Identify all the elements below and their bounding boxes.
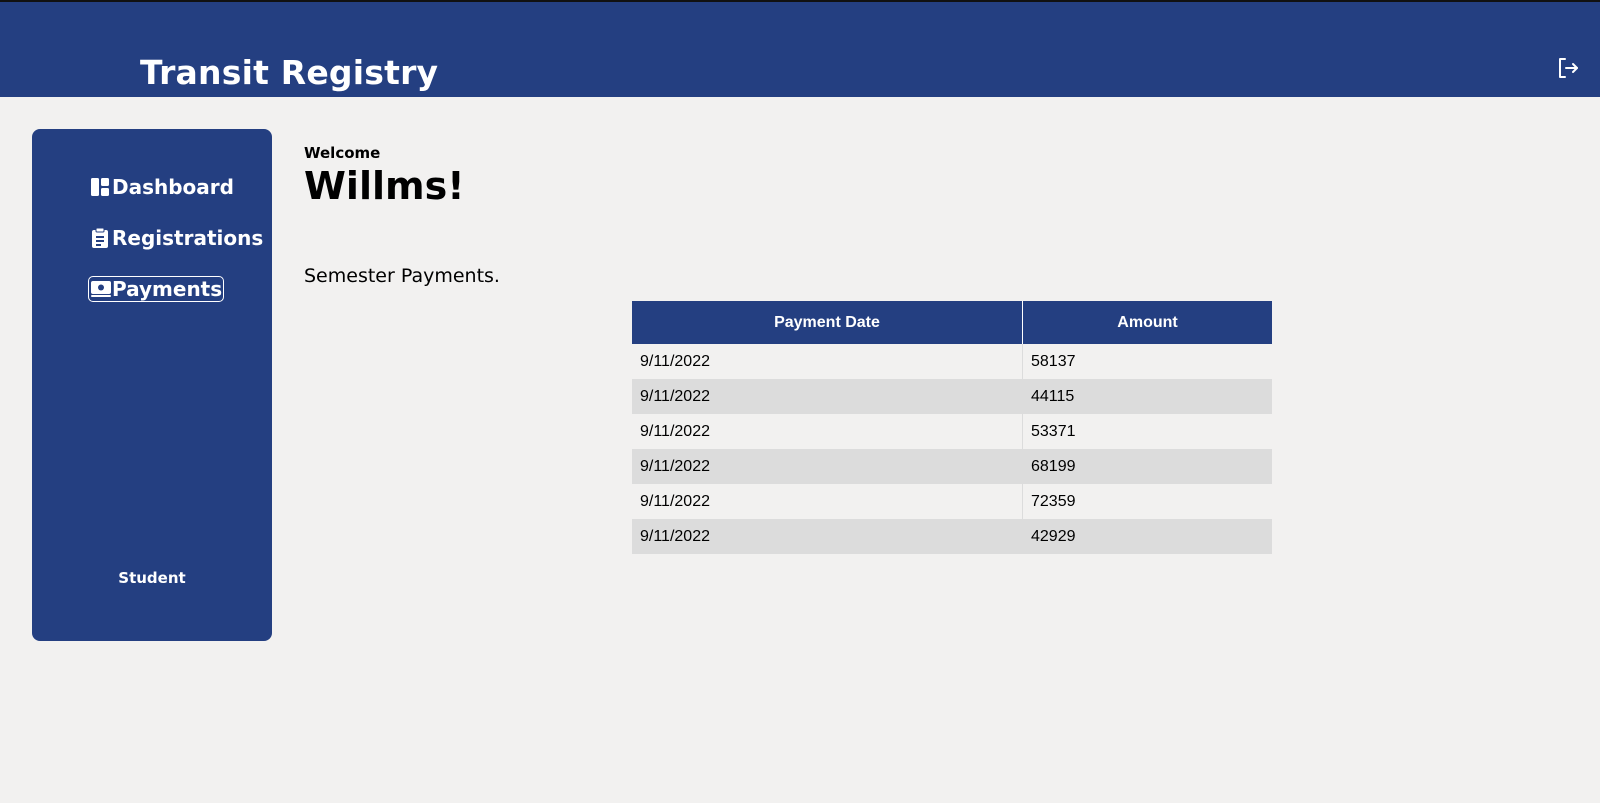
amount-cell: 58137 [1022, 344, 1272, 379]
money-icon [90, 278, 111, 300]
app-title: Transit Registry [140, 53, 439, 92]
table-header-row: Payment Date Amount [632, 301, 1272, 344]
sidebar-item-payments[interactable]: Payments [88, 276, 225, 302]
payment-date-cell: 9/11/2022 [632, 379, 1023, 414]
sidebar-item-label: Payments [112, 277, 223, 301]
table-row: 9/11/2022 42929 [632, 519, 1272, 554]
table-row: 9/11/2022 68199 [632, 449, 1272, 484]
column-header-payment-date: Payment Date [632, 301, 1023, 344]
column-header-amount: Amount [1022, 301, 1272, 344]
welcome-label: Welcome [304, 144, 381, 162]
payments-table: Payment Date Amount 9/11/2022 58137 9/11… [632, 301, 1272, 554]
user-role: Student [118, 569, 186, 587]
logout-icon[interactable] [1556, 56, 1580, 80]
table-row: 9/11/2022 53371 [632, 414, 1272, 449]
amount-cell: 44115 [1022, 379, 1272, 414]
section-title: Semester Payments. [304, 265, 500, 287]
amount-cell: 42929 [1022, 519, 1272, 554]
amount-cell: 72359 [1022, 484, 1272, 519]
app-header: Transit Registry [0, 2, 1600, 97]
amount-cell: 68199 [1022, 449, 1272, 484]
user-name: Willms! [304, 164, 465, 208]
payment-date-cell: 9/11/2022 [632, 414, 1023, 449]
table-row: 9/11/2022 44115 [632, 379, 1272, 414]
clipboard-icon [90, 227, 110, 249]
payment-date-cell: 9/11/2022 [632, 484, 1023, 519]
table-row: 9/11/2022 58137 [632, 344, 1272, 379]
payment-date-cell: 9/11/2022 [632, 449, 1023, 484]
sidebar: Dashboard Registrations Payments Student [32, 129, 272, 641]
sidebar-item-registrations[interactable]: Registrations [90, 226, 263, 250]
sidebar-item-label: Dashboard [112, 175, 234, 199]
sidebar-item-dashboard[interactable]: Dashboard [90, 175, 234, 199]
sidebar-item-label: Registrations [112, 226, 264, 250]
amount-cell: 53371 [1022, 414, 1272, 449]
dashboard-icon [90, 176, 110, 198]
payment-date-cell: 9/11/2022 [632, 519, 1023, 554]
payment-date-cell: 9/11/2022 [632, 344, 1023, 379]
table-row: 9/11/2022 72359 [632, 484, 1272, 519]
